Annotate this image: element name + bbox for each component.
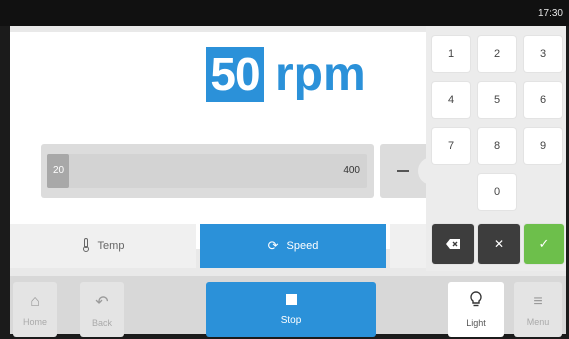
key-6[interactable]: 6 (524, 82, 562, 118)
menu-button[interactable]: ≡ Menu (514, 282, 562, 337)
light-button[interactable]: Light (448, 282, 504, 337)
decrement-button[interactable] (380, 144, 446, 198)
speed-unit: rpm (275, 48, 366, 101)
backspace-icon (446, 239, 460, 249)
key-5[interactable]: 5 (478, 82, 516, 118)
key-0[interactable]: 0 (478, 174, 516, 210)
key-2[interactable]: 2 (478, 36, 516, 72)
stop-icon (285, 293, 297, 305)
back-label: Back (91, 317, 112, 328)
key-9[interactable]: 9 (524, 128, 562, 164)
light-label: Light (466, 318, 486, 328)
minus-icon (397, 170, 409, 172)
numeric-keypad: 1 2 3 4 5 6 7 8 9 0 ✕ ✓ (426, 26, 566, 271)
key-8[interactable]: 8 (478, 128, 516, 164)
speed-value[interactable]: 50 (206, 47, 264, 102)
refresh-icon: ⟳ (267, 238, 279, 253)
key-7[interactable]: 7 (432, 128, 470, 164)
back-button[interactable]: ↶ Back (80, 282, 124, 337)
mode-tabs: Temp ⟳ Speed (10, 224, 426, 268)
hamburger-icon: ≡ (533, 292, 543, 310)
key-3[interactable]: 3 (524, 36, 562, 72)
tab-temp[interactable]: Temp (10, 224, 196, 268)
tab-speed[interactable]: ⟳ Speed (200, 224, 386, 268)
menu-label: Menu (526, 316, 550, 327)
backspace-button[interactable] (432, 224, 474, 264)
stop-label: Stop (280, 314, 302, 326)
app-screen: 50 rpm 20 400 Temp ⟳ Speed 1 2 3 4 5 6 7… (10, 26, 566, 337)
stop-button[interactable]: Stop (206, 282, 376, 337)
speed-slider[interactable]: 20 400 (41, 144, 374, 198)
bottom-bar: ⌂ Home ↶ Back Stop Light ≡ Menu (10, 276, 566, 337)
thermometer-icon (82, 237, 90, 255)
back-arrow-icon: ↶ (95, 293, 109, 311)
slider-max-label: 400 (343, 165, 360, 176)
clear-button[interactable]: ✕ (478, 224, 520, 264)
tab-more[interactable] (390, 224, 426, 268)
home-icon: ⌂ (30, 292, 40, 310)
key-1[interactable]: 1 (432, 36, 470, 72)
clock: 17:30 (537, 8, 563, 19)
tab-speed-label: Speed (286, 240, 319, 252)
confirm-button[interactable]: ✓ (524, 224, 564, 264)
close-icon: ✕ (493, 237, 505, 251)
key-4[interactable]: 4 (432, 82, 470, 118)
slider-min-label: 20 (53, 165, 65, 176)
home-button[interactable]: ⌂ Home (13, 282, 57, 337)
lightbulb-icon (470, 291, 482, 312)
status-bar: 17:30 (0, 0, 569, 26)
tab-temp-label: Temp (97, 240, 125, 252)
value-row: 50 rpm (10, 44, 426, 104)
check-icon: ✓ (538, 236, 550, 251)
value-display: 50 rpm 20 400 (10, 32, 446, 249)
home-label: Home (22, 316, 47, 327)
slider-track (47, 154, 367, 188)
